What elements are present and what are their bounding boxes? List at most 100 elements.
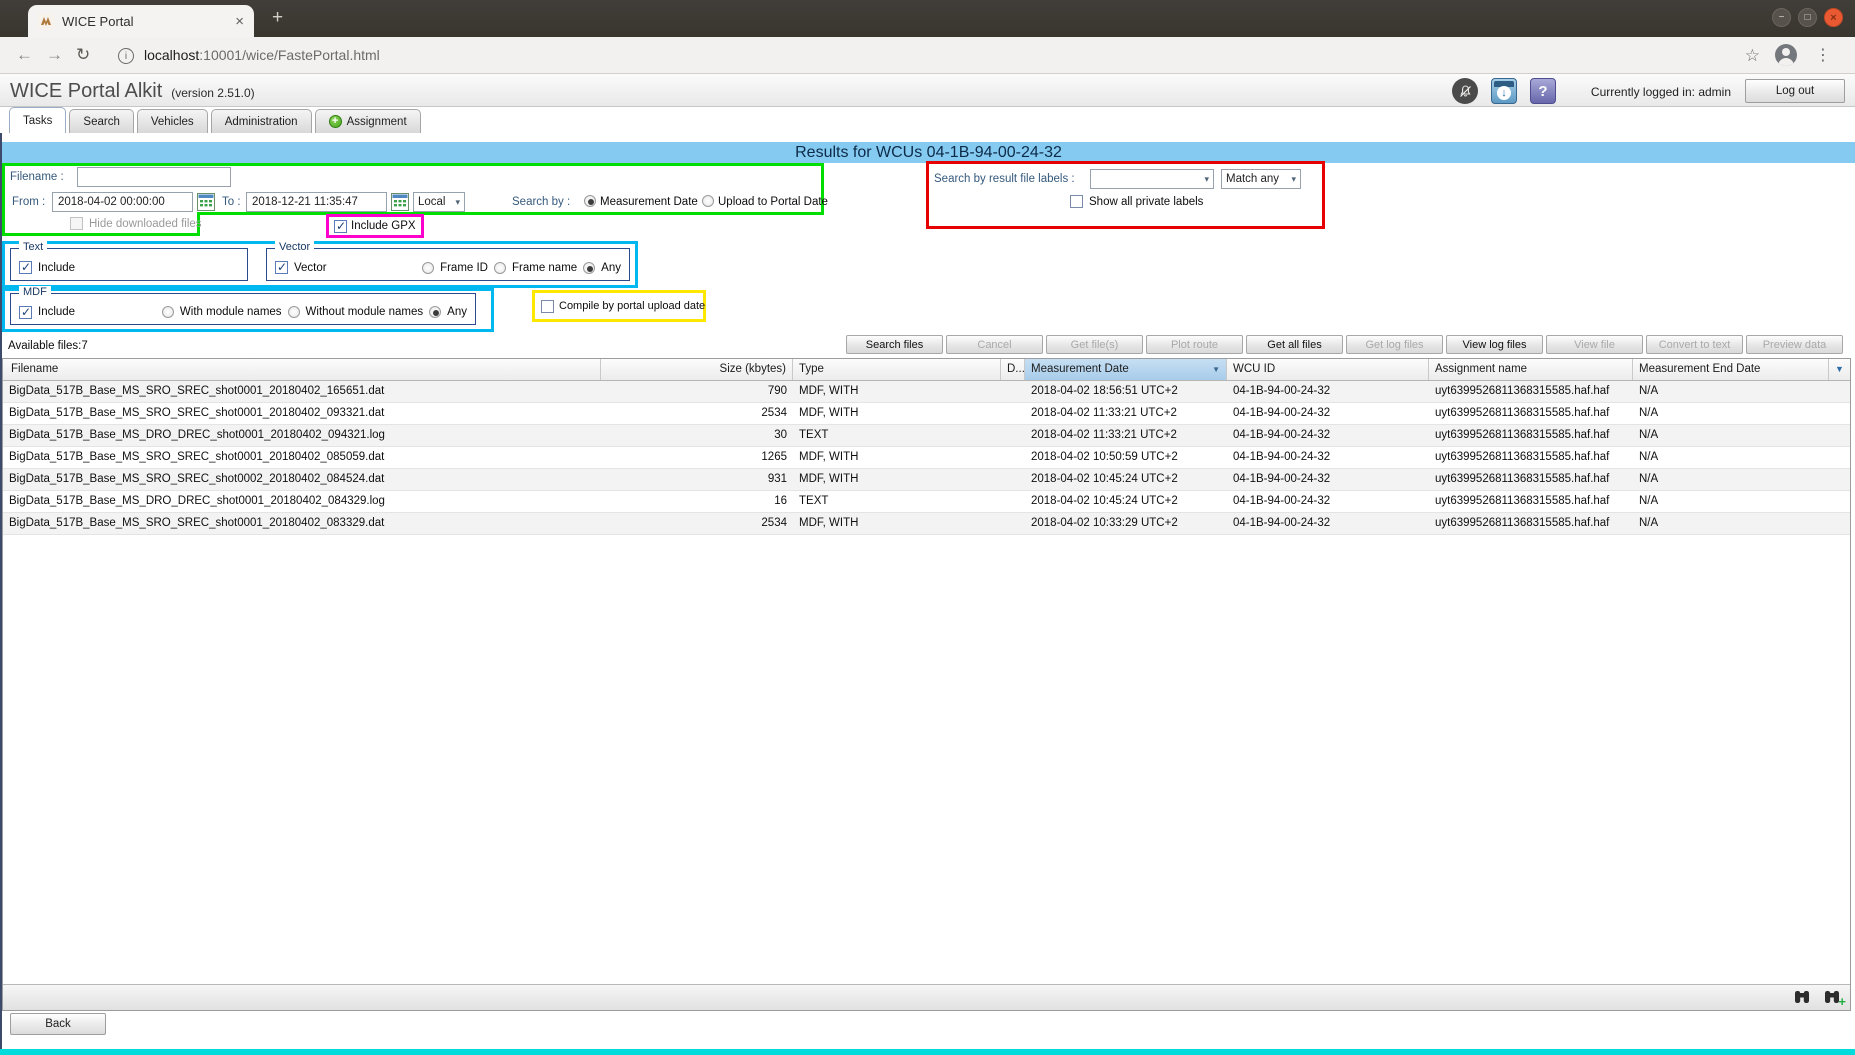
cell-type: MDF, WITH bbox=[793, 469, 1001, 490]
app-title: WICE Portal Alkit bbox=[10, 80, 162, 103]
bookmark-star-icon[interactable]: ☆ bbox=[1745, 46, 1760, 66]
nav-tab[interactable]: Search bbox=[69, 109, 133, 133]
column-header-downloaded[interactable]: D... bbox=[1001, 359, 1025, 380]
table-row[interactable]: BigData_517B_Base_MS_SRO_SREC_shot0001_2… bbox=[3, 447, 1850, 469]
find-add-icon[interactable]: + bbox=[1824, 990, 1840, 1004]
cell-size: 2534 bbox=[601, 403, 793, 424]
search-by-measurement-radio[interactable] bbox=[584, 195, 596, 207]
cell-measurement-date: 2018-04-02 10:45:24 UTC+2 bbox=[1025, 491, 1227, 512]
table-row[interactable]: BigData_517B_Base_MS_SRO_SREC_shot0001_2… bbox=[3, 403, 1850, 425]
search-by-upload-radio[interactable] bbox=[702, 195, 714, 207]
cell-wcu-id: 04-1B-94-00-24-32 bbox=[1227, 469, 1429, 490]
page-info-icon[interactable]: i bbox=[118, 48, 134, 64]
chevron-down-icon: ▾ bbox=[455, 197, 460, 208]
window-controls: − □ × bbox=[1772, 8, 1843, 27]
text-include-checkbox[interactable] bbox=[19, 261, 32, 274]
cell-assignment-name: uyt6399526811368315585.haf.haf bbox=[1429, 403, 1633, 424]
mdf-any-radio[interactable] bbox=[429, 306, 441, 318]
download-manager-icon[interactable]: ↓ bbox=[1491, 78, 1517, 104]
match-mode-select[interactable]: Match any ▾ bbox=[1221, 169, 1301, 189]
table-row[interactable]: BigData_517B_Base_MS_DRO_DREC_shot0001_2… bbox=[3, 425, 1850, 447]
url-field[interactable]: localhost:10001/wice/FastePortal.html bbox=[144, 47, 380, 63]
with-module-names-radio[interactable] bbox=[162, 306, 174, 318]
frame-id-radio[interactable] bbox=[422, 262, 434, 274]
to-calendar-icon[interactable] bbox=[391, 193, 409, 216]
frame-id-label: Frame ID bbox=[440, 262, 488, 274]
cell-assignment-name: uyt6399526811368315585.haf.haf bbox=[1429, 447, 1633, 468]
vector-include-checkbox[interactable] bbox=[275, 261, 288, 274]
cell-wcu-id: 04-1B-94-00-24-32 bbox=[1227, 425, 1429, 446]
files-table: Filename Size (kbytes) Type D... Measure… bbox=[2, 358, 1851, 1011]
result-labels-select[interactable]: ▾ bbox=[1090, 169, 1214, 189]
table-row[interactable]: BigData_517B_Base_MS_DRO_DREC_shot0001_2… bbox=[3, 491, 1850, 513]
toolbar-button[interactable]: Search files bbox=[846, 335, 943, 354]
filename-input[interactable] bbox=[77, 167, 231, 187]
toolbar-button[interactable]: Get all files bbox=[1246, 335, 1343, 354]
new-tab-button[interactable]: + bbox=[272, 7, 283, 29]
toolbar-button[interactable]: Preview data bbox=[1746, 335, 1843, 354]
table-row[interactable]: BigData_517B_Base_MS_SRO_SREC_shot0002_2… bbox=[3, 469, 1850, 491]
cell-measurement-date: 2018-04-02 11:33:21 UTC+2 bbox=[1025, 425, 1227, 446]
from-calendar-icon[interactable] bbox=[197, 193, 215, 216]
mdf-radio-group: With module names Without module names A… bbox=[162, 306, 467, 318]
from-date-input[interactable] bbox=[52, 192, 193, 212]
toolbar-button[interactable]: Convert to text bbox=[1646, 335, 1743, 354]
cell-type: MDF, WITH bbox=[793, 381, 1001, 402]
compile-by-upload-checkbox[interactable] bbox=[541, 300, 554, 313]
column-header-filename[interactable]: Filename bbox=[3, 359, 601, 380]
browser-forward-icon[interactable]: → bbox=[46, 45, 63, 65]
column-header-measurement-end-date[interactable]: Measurement End Date bbox=[1633, 359, 1829, 380]
nav-tab[interactable]: Administration bbox=[211, 109, 312, 133]
tab-close-icon[interactable]: × bbox=[235, 13, 244, 30]
plus-icon: + bbox=[1838, 995, 1846, 1008]
vector-any-radio[interactable] bbox=[583, 262, 595, 274]
timezone-select[interactable]: Local ▾ bbox=[413, 192, 465, 212]
show-private-labels-checkbox[interactable] bbox=[1070, 195, 1083, 208]
window-minimize-button[interactable]: − bbox=[1772, 8, 1791, 27]
toolbar-button[interactable]: Plot route bbox=[1146, 335, 1243, 354]
nav-tab[interactable]: Vehicles bbox=[137, 109, 208, 133]
without-module-names-radio[interactable] bbox=[288, 306, 300, 318]
hide-downloaded-checkbox[interactable] bbox=[70, 217, 83, 230]
cell-type: MDF, WITH bbox=[793, 513, 1001, 534]
help-icon[interactable]: ? bbox=[1530, 78, 1556, 104]
frame-name-radio[interactable] bbox=[494, 262, 506, 274]
column-header-measurement-date[interactable]: Measurement Date ▼ bbox=[1025, 359, 1227, 380]
nav-tab[interactable]: Assignment bbox=[315, 109, 421, 133]
column-header-type[interactable]: Type bbox=[793, 359, 1001, 380]
browser-menu-icon[interactable]: ⋮ bbox=[1815, 45, 1831, 65]
column-header-wcu-id[interactable]: WCU ID bbox=[1227, 359, 1429, 380]
toolbar-button[interactable]: Get file(s) bbox=[1046, 335, 1143, 354]
cell-wcu-id: 04-1B-94-00-24-32 bbox=[1227, 513, 1429, 534]
cell-downloaded bbox=[1001, 469, 1025, 490]
to-date-input[interactable] bbox=[246, 192, 387, 212]
notifications-muted-icon[interactable] bbox=[1452, 78, 1478, 104]
column-chooser-button[interactable]: ▼ bbox=[1829, 359, 1850, 380]
table-header-row: Filename Size (kbytes) Type D... Measure… bbox=[3, 359, 1850, 381]
nav-tab[interactable]: Tasks bbox=[9, 107, 66, 133]
toolbar-button[interactable]: Cancel bbox=[946, 335, 1043, 354]
mdf-include-checkbox[interactable] bbox=[19, 306, 32, 319]
cell-measurement-date: 2018-04-02 11:33:21 UTC+2 bbox=[1025, 403, 1227, 424]
browser-tab-title: WICE Portal bbox=[62, 14, 227, 29]
column-header-size[interactable]: Size (kbytes) bbox=[601, 359, 793, 380]
browser-tab[interactable]: WICE Portal × bbox=[28, 5, 254, 37]
window-maximize-button[interactable]: □ bbox=[1798, 8, 1817, 27]
table-row[interactable]: BigData_517B_Base_MS_SRO_SREC_shot0001_2… bbox=[3, 381, 1850, 403]
profile-avatar-icon[interactable] bbox=[1775, 44, 1797, 66]
download-arrow-icon: ↓ bbox=[1497, 86, 1511, 100]
window-close-button[interactable]: × bbox=[1824, 8, 1843, 27]
browser-reload-icon[interactable]: ↻ bbox=[76, 45, 90, 65]
column-header-assignment-name[interactable]: Assignment name bbox=[1429, 359, 1633, 380]
chevron-down-icon: ▾ bbox=[1291, 174, 1296, 185]
include-gpx-checkbox[interactable] bbox=[334, 220, 347, 233]
table-row[interactable]: BigData_517B_Base_MS_SRO_SREC_shot0001_2… bbox=[3, 513, 1850, 535]
toolbar-button[interactable]: View file bbox=[1546, 335, 1643, 354]
toolbar-button[interactable]: View log files bbox=[1446, 335, 1543, 354]
back-button[interactable]: Back bbox=[10, 1013, 106, 1035]
browser-back-icon[interactable]: ← bbox=[16, 45, 33, 65]
find-icon[interactable] bbox=[1794, 990, 1810, 1004]
url-bar: ← → ↻ i localhost:10001/wice/FastePortal… bbox=[0, 37, 1855, 74]
toolbar-button[interactable]: Get log files bbox=[1346, 335, 1443, 354]
logout-button[interactable]: Log out bbox=[1745, 79, 1845, 103]
